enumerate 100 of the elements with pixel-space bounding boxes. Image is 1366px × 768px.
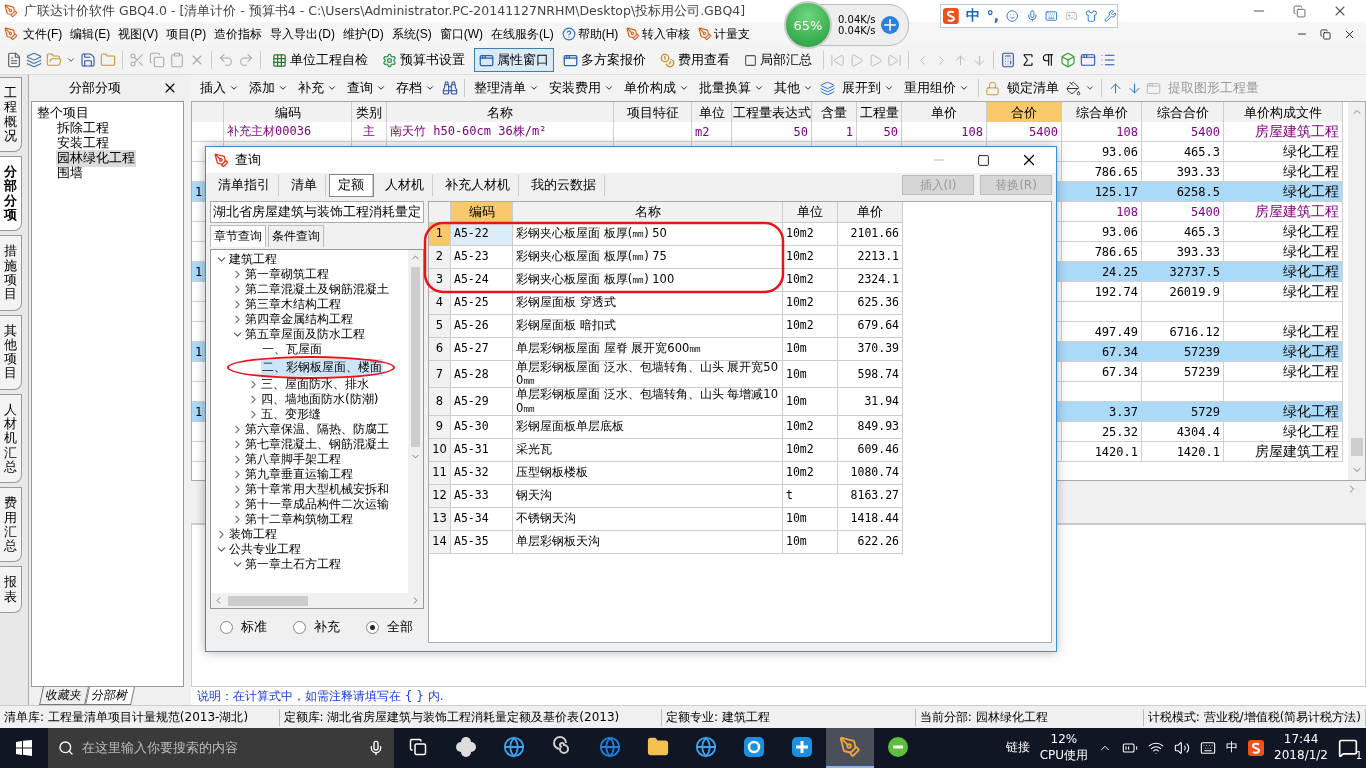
clock-time[interactable]: 17:44 (1283, 732, 1319, 748)
sub-tab[interactable]: 条件查询 (268, 225, 324, 247)
table-cell: 93.06 (1062, 142, 1142, 162)
dialog-tab[interactable]: 人材机 (377, 174, 433, 196)
menu-item[interactable]: 计量支 (695, 25, 754, 43)
side-tab[interactable]: 分部分项 (0, 156, 22, 232)
menu-item[interactable]: 帮助(H) (558, 25, 622, 43)
tree-item[interactable]: 第一章砌筑工程 (244, 266, 330, 283)
search-field[interactable]: 在这里输入你要搜索的内容 (48, 728, 394, 768)
menu-item[interactable]: 在线服务(L) (488, 25, 557, 43)
column-header[interactable]: 名称 (513, 202, 783, 223)
menu-item[interactable]: 视图(V) (115, 25, 162, 43)
menu-item[interactable]: 系统(S) (388, 25, 435, 43)
menu-item[interactable]: 导入导出(D) (267, 25, 338, 43)
menu-item[interactable]: 项目(P) (163, 25, 210, 43)
radio-label[interactable]: 补充 (314, 618, 340, 636)
menu-item[interactable]: 窗口(W) (436, 25, 486, 43)
radio-label[interactable]: 标准 (241, 618, 267, 636)
side-tab[interactable]: 人材机汇总 (0, 393, 22, 484)
tree-item[interactable]: 拆除工程 (56, 120, 110, 137)
side-tab[interactable]: 工程概况 (0, 77, 22, 153)
table-cell: 10m2 (783, 246, 838, 269)
column-header[interactable]: 单价 (838, 202, 903, 223)
toolbar-button[interactable]: 整理清单 (471, 76, 542, 100)
tree-item[interactable]: 围墙 (56, 165, 84, 182)
tree-item[interactable]: 四、墙地面防水(防潮) (260, 391, 380, 408)
tree-item[interactable]: 第四章金属结构工程 (244, 311, 354, 328)
library-dropdown[interactable]: 湖北省房屋建筑与装饰工程消耗量定 (210, 201, 424, 223)
toolbar-button[interactable]: 锁定清单 (1004, 76, 1062, 100)
tree-item[interactable]: 第十二章构筑物工程 (244, 511, 354, 528)
table-cell: 彩钢夹心板屋面 板厚(㎜) 100 (513, 269, 783, 292)
column-header[interactable]: 单位 (783, 202, 838, 223)
menu-item[interactable]: 转入审核 (623, 25, 694, 43)
row-number: 3 (429, 269, 451, 292)
tree-item[interactable]: 第六章保温、隔热、防腐工 (244, 421, 390, 438)
tree-item[interactable]: 第七章混凝土、钢筋混凝土 (244, 436, 390, 453)
toolbar-button[interactable]: 多方案报价 (558, 48, 651, 72)
side-tab[interactable]: 报表 (0, 566, 22, 613)
tree-item[interactable]: 安装工程 (56, 135, 110, 152)
toolbar-button[interactable]: 存档 (393, 76, 438, 100)
menu-item[interactable]: 造价指标 (211, 25, 266, 43)
panel-title: 分部分项 (69, 79, 121, 97)
column-header[interactable]: 编码 (451, 202, 513, 223)
tree-item[interactable]: 园林绿化工程 (56, 150, 136, 167)
menu-item[interactable]: 编辑(E) (67, 25, 114, 43)
panel-tab[interactable]: 分部树 (85, 687, 135, 705)
toolbar-button[interactable]: 属性窗口 (474, 48, 554, 72)
side-tab[interactable]: 措施项目 (0, 235, 22, 311)
tree-item[interactable]: 三、屋面防水、排水 (260, 376, 370, 393)
dialog-tab[interactable]: 清单 (283, 174, 326, 196)
punctuation-mode[interactable]: °, (986, 8, 1000, 24)
sub-tab[interactable]: 章节查询 (210, 225, 266, 247)
tree-item[interactable]: 装饰工程 (228, 526, 278, 543)
toolbar-button[interactable]: 单位工程自检 (267, 48, 373, 72)
dialog-tab[interactable]: 定额 (330, 174, 373, 196)
toolbar-button[interactable]: 插入 (197, 76, 242, 100)
tree-item[interactable]: 一、瓦屋面 (261, 341, 323, 358)
tree-item[interactable]: 整个项目 (36, 105, 90, 122)
table-cell: 彩钢夹心板屋面 板厚(㎜) 75 (513, 246, 783, 269)
tree-item[interactable]: 第十一章成品构件二次运输 (244, 496, 390, 513)
tree-item[interactable]: 第八章脚手架工程 (244, 451, 342, 468)
panel-tab[interactable]: 收藏夹 (39, 687, 89, 705)
side-tab[interactable]: 费用汇总 (0, 487, 22, 563)
ime-mode[interactable]: 中 (965, 7, 980, 25)
tree-item[interactable]: 二、彩钢板屋面、楼面 (261, 358, 383, 376)
row-number: 4 (429, 292, 451, 315)
toolbar-button[interactable]: 重用组价 (901, 76, 972, 100)
dialog-tab[interactable]: 补充人材机 (437, 174, 519, 196)
clock-date[interactable]: 2018/1/2 (1274, 748, 1328, 764)
table-cell: 25.32 (1062, 422, 1142, 442)
tree-item[interactable]: 五、变形缝 (260, 406, 322, 423)
tree-item[interactable]: 第五章屋面及防水工程 (244, 326, 366, 343)
menu-item[interactable]: 维护(D) (340, 25, 387, 43)
toolbar-button[interactable]: 其他 (771, 76, 816, 100)
tree-item[interactable]: 第二章混凝土及钢筋混凝土 (244, 281, 390, 298)
tree-item[interactable]: 公共专业工程 (228, 541, 302, 558)
row-number: 5 (429, 315, 451, 338)
toolbar-button[interactable]: 查询 (344, 76, 389, 100)
tree-item[interactable]: 第十章常用大型机械安拆和 (244, 481, 390, 498)
toolbar-button[interactable]: 费用查看 (655, 48, 735, 72)
toolbar-button[interactable]: 添加 (246, 76, 291, 100)
dialog-tab[interactable]: 我的云数据 (523, 174, 605, 196)
checkbox[interactable]: 局部汇总 (739, 48, 817, 72)
tree-item[interactable]: 第九章垂直运输工程 (244, 466, 354, 483)
toolbar-button[interactable]: 预算书设置 (377, 48, 470, 72)
side-tab[interactable]: 其他项目 (0, 314, 22, 390)
toolbar-button[interactable]: 展开到 (839, 76, 897, 100)
toolbar-button[interactable]: 安装费用 (546, 76, 617, 100)
toolbar-button[interactable]: 批量换算 (696, 76, 767, 100)
tree-item[interactable]: 建筑工程 (228, 251, 278, 268)
ime-indicator[interactable]: 中 (1226, 740, 1239, 756)
radio-label[interactable]: 全部 (387, 618, 413, 636)
dialog-tab[interactable]: 清单指引 (210, 174, 279, 196)
toolbar-link[interactable]: 链接 (1005, 740, 1030, 756)
toolbar-button[interactable]: 单价构成 (621, 76, 692, 100)
menu-item[interactable]: 文件(F) (20, 25, 66, 43)
table-cell: A5-31 (451, 438, 513, 462)
tree-item[interactable]: 第三章木结构工程 (244, 296, 342, 313)
tree-item[interactable]: 第一章土石方工程 (244, 556, 342, 573)
toolbar-button[interactable]: 补充 (295, 76, 340, 100)
